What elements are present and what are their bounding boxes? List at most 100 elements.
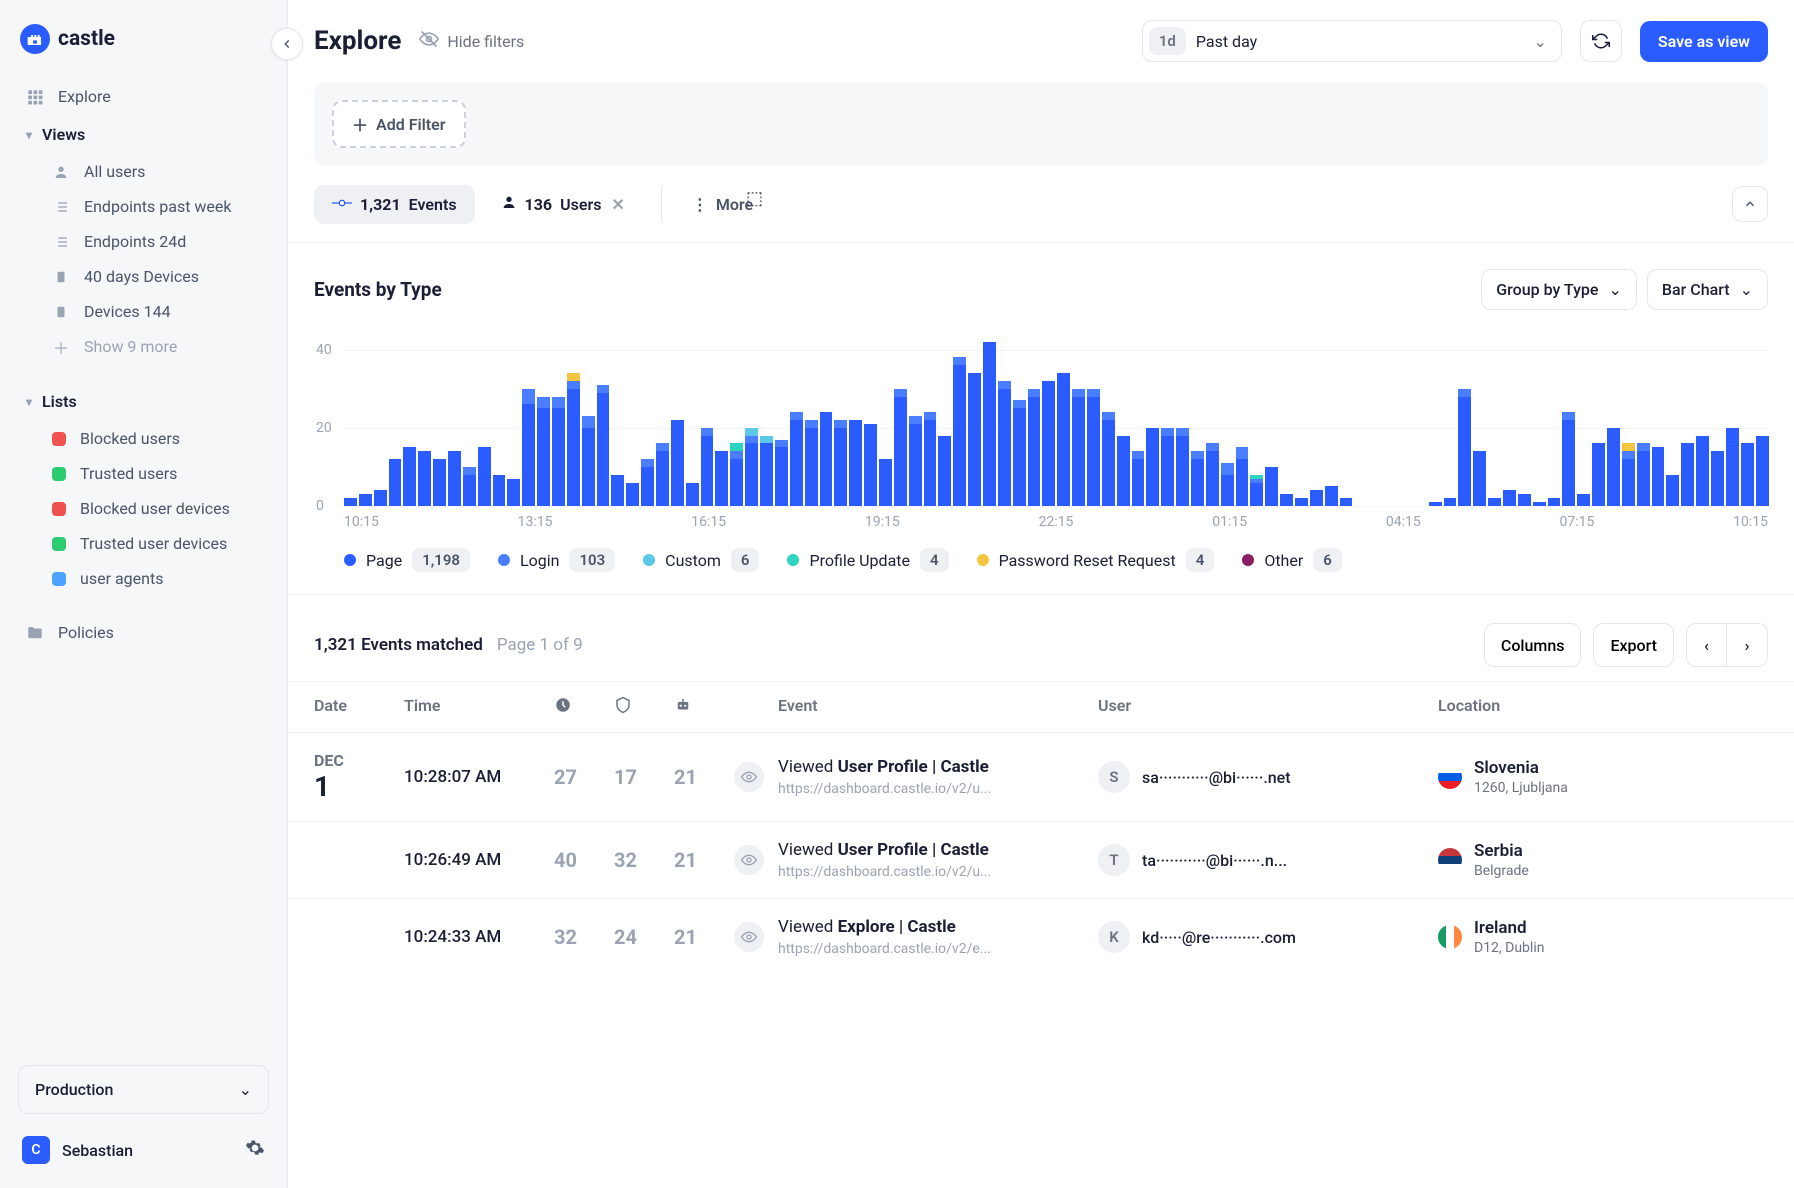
bar[interactable] xyxy=(998,381,1011,506)
bar[interactable] xyxy=(790,412,803,506)
brand-logo[interactable]: castle xyxy=(12,24,275,78)
sidebar-list-item[interactable]: Trusted user devices xyxy=(12,526,275,561)
bar[interactable] xyxy=(656,443,669,506)
close-icon[interactable]: ✕ xyxy=(611,195,624,214)
bar[interactable] xyxy=(463,467,476,506)
nav-policies[interactable]: Policies xyxy=(12,614,275,651)
bar[interactable] xyxy=(686,483,699,506)
bar[interactable] xyxy=(1458,389,1471,506)
more-tabs-button[interactable]: ⋮ More xyxy=(680,185,765,224)
bar[interactable] xyxy=(1265,467,1278,506)
columns-button[interactable]: Columns xyxy=(1484,623,1582,667)
bar[interactable] xyxy=(1310,490,1323,506)
bar[interactable] xyxy=(611,475,624,506)
bar[interactable] xyxy=(344,498,357,506)
environment-selector[interactable]: Production ⌄ xyxy=(18,1065,269,1114)
bar[interactable] xyxy=(1548,498,1561,506)
bar[interactable] xyxy=(1429,502,1442,506)
bar[interactable] xyxy=(522,389,535,506)
bar[interactable] xyxy=(1681,443,1694,506)
bar[interactable] xyxy=(1726,428,1739,506)
legend-item[interactable]: Password Reset Request4 xyxy=(977,548,1215,572)
bar[interactable] xyxy=(730,443,743,506)
bar[interactable] xyxy=(448,451,461,506)
bar[interactable] xyxy=(1087,389,1100,506)
bar[interactable] xyxy=(403,447,416,506)
bar[interactable] xyxy=(1236,447,1249,506)
bar[interactable] xyxy=(1042,381,1055,506)
bar[interactable] xyxy=(1518,494,1531,506)
bar[interactable] xyxy=(1161,428,1174,506)
bar[interactable] xyxy=(1221,463,1234,506)
bar[interactable] xyxy=(924,412,937,506)
tab-events[interactable]: 1,321 Events xyxy=(314,185,475,224)
bar[interactable] xyxy=(864,424,877,506)
bar[interactable] xyxy=(775,440,788,506)
legend-item[interactable]: Custom6 xyxy=(643,548,759,572)
hide-filters-toggle[interactable]: Hide filters xyxy=(419,29,524,53)
bar[interactable] xyxy=(1444,498,1457,506)
save-view-button[interactable]: Save as view xyxy=(1640,21,1768,62)
refresh-button[interactable] xyxy=(1580,20,1622,62)
bar[interactable] xyxy=(1280,494,1293,506)
sidebar-view-item[interactable]: 40 days Devices xyxy=(12,259,275,294)
bar[interactable] xyxy=(1696,436,1709,506)
sidebar-list-item[interactable]: Blocked user devices xyxy=(12,491,275,526)
sidebar-list-item[interactable]: Trusted users xyxy=(12,456,275,491)
bar[interactable] xyxy=(418,451,431,506)
views-section-header[interactable]: ▾ Views xyxy=(12,115,275,154)
bar[interactable] xyxy=(909,416,922,506)
settings-icon[interactable] xyxy=(245,1138,265,1162)
bar[interactable] xyxy=(1637,443,1650,506)
sidebar-view-item[interactable]: All users xyxy=(12,154,275,189)
bar[interactable] xyxy=(834,420,847,506)
bar[interactable] xyxy=(1191,451,1204,506)
bar[interactable] xyxy=(805,420,818,506)
bar[interactable] xyxy=(983,342,996,506)
bar[interactable] xyxy=(1325,486,1338,506)
legend-item[interactable]: Other6 xyxy=(1242,548,1342,572)
bar[interactable] xyxy=(938,436,951,506)
bar[interactable] xyxy=(1622,443,1635,506)
bar[interactable] xyxy=(1102,412,1115,506)
nav-explore[interactable]: Explore xyxy=(12,78,275,115)
legend-item[interactable]: Profile Update4 xyxy=(787,548,948,572)
bar[interactable] xyxy=(849,420,862,506)
bar[interactable] xyxy=(953,357,966,506)
bar[interactable] xyxy=(671,420,684,506)
group-by-select[interactable]: Group by Type ⌄ xyxy=(1481,269,1637,310)
bar[interactable] xyxy=(1206,443,1219,506)
bar[interactable] xyxy=(1013,400,1026,506)
table-row[interactable]: 10:24:33 AM322421Viewed Explore | Castle… xyxy=(288,898,1794,975)
bar[interactable] xyxy=(1057,373,1070,506)
legend-item[interactable]: Page1,198 xyxy=(344,548,470,572)
bar[interactable] xyxy=(582,416,595,506)
bar[interactable] xyxy=(478,447,491,506)
bar[interactable] xyxy=(701,428,714,506)
bar[interactable] xyxy=(1562,412,1575,506)
legend-item[interactable]: Login103 xyxy=(498,548,615,572)
bar[interactable] xyxy=(1072,389,1085,506)
bar[interactable] xyxy=(507,479,520,506)
current-user[interactable]: C Sebastian xyxy=(12,1124,275,1176)
bar[interactable] xyxy=(552,397,565,506)
bar[interactable] xyxy=(1250,475,1263,506)
bar[interactable] xyxy=(626,483,639,506)
bar[interactable] xyxy=(894,389,907,506)
sidebar-list-item[interactable]: user agents xyxy=(12,561,275,596)
sidebar-view-item[interactable]: Endpoints 24d xyxy=(12,224,275,259)
bar[interactable] xyxy=(820,412,833,506)
table-row[interactable]: DEC110:28:07 AM271721Viewed User Profile… xyxy=(288,732,1794,821)
bar[interactable] xyxy=(537,397,550,506)
bar[interactable] xyxy=(1577,494,1590,506)
time-range-selector[interactable]: 1d Past day ⌄ xyxy=(1142,20,1562,62)
bar[interactable] xyxy=(1666,475,1679,506)
bar[interactable] xyxy=(1146,428,1159,506)
bar[interactable] xyxy=(1503,490,1516,506)
bar[interactable] xyxy=(1652,447,1665,506)
table-row[interactable]: 10:26:49 AM403221Viewed User Profile | C… xyxy=(288,821,1794,898)
bar[interactable] xyxy=(433,459,446,506)
collapse-sidebar-button[interactable] xyxy=(271,28,303,60)
bar[interactable] xyxy=(760,436,773,506)
sidebar-view-item[interactable]: Devices 144 xyxy=(12,294,275,329)
